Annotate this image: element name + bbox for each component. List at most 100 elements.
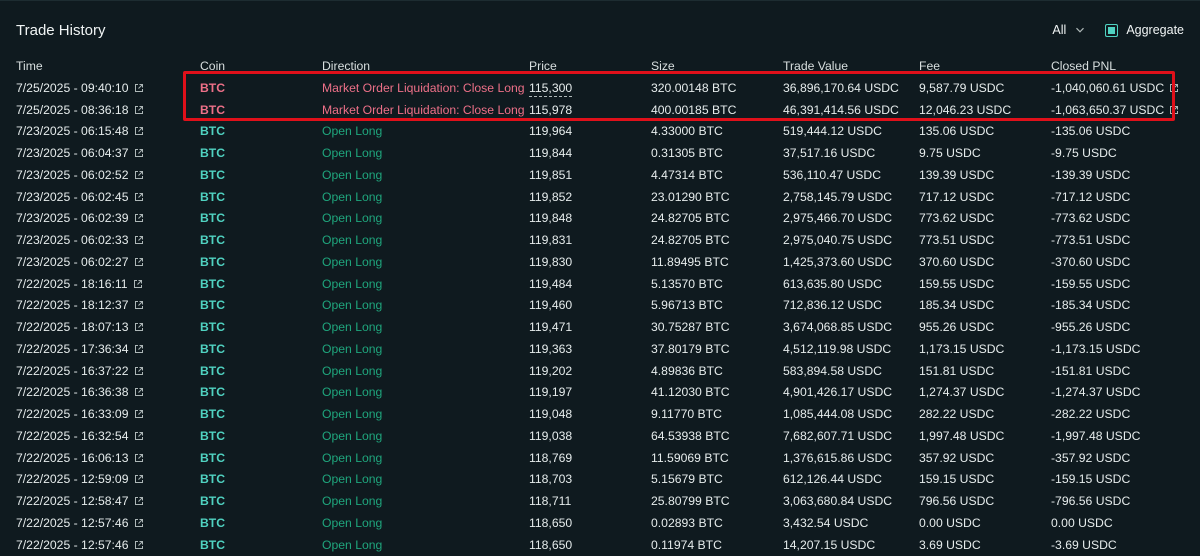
coin-text[interactable]: BTC [200,407,225,421]
external-link-icon[interactable] [134,105,144,115]
cell-closed-pnl: -3.69 USDC [1051,534,1200,556]
external-link-icon[interactable] [134,300,144,310]
external-link-icon[interactable] [134,540,144,550]
coin-text[interactable]: BTC [200,211,225,225]
coin-text[interactable]: BTC [200,233,225,247]
cell-closed-pnl: -1,997.48 USDC [1051,425,1200,447]
coin-text[interactable]: BTC [200,124,225,138]
time-text: 7/22/2025 - 12:59:09 [16,472,129,487]
cell-direction: Market Order Liquidation: Close Long [322,99,529,121]
coin-text[interactable]: BTC [200,385,225,399]
cell-trade-value: 37,517.16 USDC [783,146,876,161]
external-link-icon[interactable] [134,387,144,397]
coin-text[interactable]: BTC [200,298,225,312]
cell-price: 119,830 [529,251,651,273]
coin-text[interactable]: BTC [200,103,225,117]
external-link-icon[interactable] [134,170,144,180]
external-link-icon[interactable] [134,126,144,136]
aggregate-checkbox[interactable] [1105,23,1119,37]
cell-size: 41.12030 BTC [651,385,730,400]
coin-text[interactable]: BTC [200,81,225,95]
header-closed-pnl[interactable]: Closed PNL [1051,55,1200,77]
cell-fee: 717.12 USDC [919,189,995,204]
cell-fee: 1,173.15 USDC [919,341,1005,356]
filter-select[interactable]: All [1052,23,1085,37]
external-link-icon[interactable] [134,453,144,463]
direction-text: Open Long [322,167,383,182]
header-trade-value[interactable]: Trade Value [783,55,919,77]
coin-text[interactable]: BTC [200,451,225,465]
coin-text[interactable]: BTC [200,429,225,443]
coin-text[interactable]: BTC [200,277,225,291]
cell-coin: BTC [200,469,322,491]
external-link-icon[interactable] [134,213,144,223]
cell-closed-pnl: -151.81 USDC [1051,360,1200,382]
time-text: 7/22/2025 - 12:58:47 [16,494,129,509]
external-link-icon[interactable] [134,192,144,202]
pnl-text: -159.15 USDC [1051,472,1131,487]
external-link-icon[interactable] [134,431,144,441]
coin-text[interactable]: BTC [200,342,225,356]
cell-trade-value: 3,432.54 USDC [783,515,869,530]
cell-coin: BTC [200,273,322,295]
cell-size: 23.01290 BTC [651,189,730,204]
aggregate-toggle[interactable]: Aggregate [1105,23,1184,37]
cell-time: 7/22/2025 - 12:59:09 [0,469,200,491]
table-row: 7/23/2025 - 06:02:33 BTC Open Long 119,831 2… [0,229,1200,251]
coin-text[interactable]: BTC [200,516,225,530]
cell-price: 118,650 [529,534,651,556]
cell-size: 4.89836 BTC [651,363,723,378]
cell-trade-value: 1,376,615.86 USDC [783,450,893,465]
coin-text[interactable]: BTC [200,538,225,552]
coin-text[interactable]: BTC [200,320,225,334]
external-link-icon[interactable] [134,322,144,332]
pnl-text: -282.22 USDC [1051,407,1131,422]
coin-text[interactable]: BTC [200,168,225,182]
price-text: 118,650 [529,537,573,552]
price-text: 119,038 [529,428,573,443]
external-link-icon[interactable] [134,366,144,376]
header-fee[interactable]: Fee [919,55,1051,77]
cell-closed-pnl: -773.51 USDC [1051,229,1200,251]
header-size[interactable]: Size [651,55,783,77]
cell-time: 7/23/2025 - 06:15:48 [0,121,200,143]
external-link-icon[interactable] [134,409,144,419]
header-coin[interactable]: Coin [200,55,322,77]
direction-text: Open Long [322,472,383,487]
coin-text[interactable]: BTC [200,255,225,269]
external-link-icon[interactable] [1169,105,1179,115]
coin-text[interactable]: BTC [200,146,225,160]
pnl-text: -3.69 USDC [1051,537,1117,552]
cell-trade-value: 3,674,068.85 USDC [783,320,893,335]
time-text: 7/22/2025 - 12:57:46 [16,515,129,530]
external-link-icon[interactable] [134,518,144,528]
header-direction[interactable]: Direction [322,55,529,77]
external-link-icon[interactable] [134,344,144,354]
external-link-icon[interactable] [134,83,144,93]
cell-closed-pnl: -9.75 USDC [1051,142,1200,164]
cell-time: 7/23/2025 - 06:02:45 [0,186,200,208]
external-link-icon[interactable] [134,257,144,267]
coin-text[interactable]: BTC [200,364,225,378]
external-link-icon[interactable] [133,279,143,289]
cell-size: 4.33000 BTC [651,124,723,139]
coin-text[interactable]: BTC [200,472,225,486]
header-time[interactable]: Time [0,55,200,77]
time-text: 7/22/2025 - 18:07:13 [16,320,129,335]
header-price[interactable]: Price [529,55,651,77]
cell-time: 7/22/2025 - 17:36:34 [0,338,200,360]
external-link-icon[interactable] [134,496,144,506]
aggregate-label: Aggregate [1126,23,1184,37]
coin-text[interactable]: BTC [200,494,225,508]
external-link-icon[interactable] [134,474,144,484]
cell-fee: 357.92 USDC [919,450,995,465]
price-text[interactable]: 115,978 [529,102,573,119]
cell-price: 119,363 [529,338,651,360]
coin-text[interactable]: BTC [200,190,225,204]
price-text[interactable]: 115,300 [529,80,573,97]
external-link-icon[interactable] [134,148,144,158]
external-link-icon[interactable] [134,235,144,245]
time-text: 7/22/2025 - 17:36:34 [16,341,129,356]
cell-coin: BTC [200,447,322,469]
external-link-icon[interactable] [1169,83,1179,93]
